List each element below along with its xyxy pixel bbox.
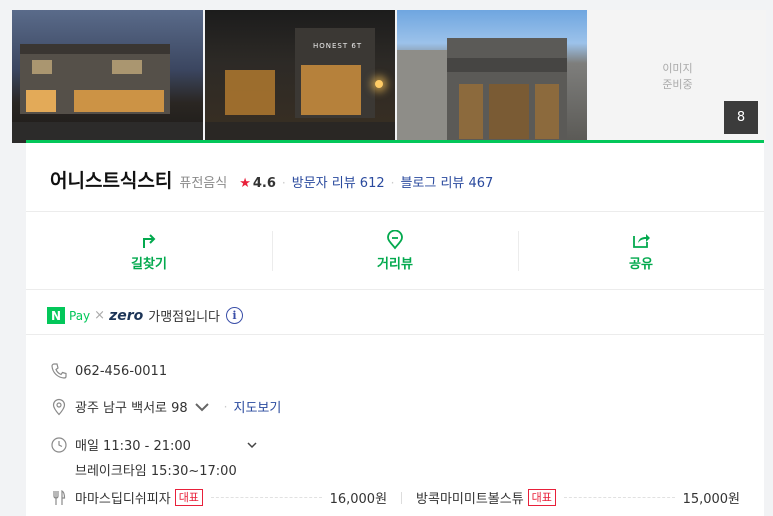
- menu-item-name: 마마스딥디쉬피자: [75, 492, 171, 507]
- placeholder-line-2: 준비중: [662, 77, 693, 91]
- photo-gallery: HONEST 6T 이미지 준비중 8: [12, 10, 766, 143]
- star-icon: ★: [239, 176, 251, 191]
- share-button[interactable]: 공유: [518, 213, 764, 289]
- chevron-down-icon[interactable]: [246, 441, 258, 449]
- place-name: 어니스트식스티: [50, 170, 173, 192]
- clock-icon: [51, 436, 67, 453]
- menu-item-price: 15,000원: [682, 492, 741, 507]
- divider: [26, 211, 764, 212]
- action-bar: 길찾기 거리뷰 공유: [26, 213, 764, 289]
- photo-count-badge[interactable]: 8: [724, 101, 758, 134]
- hours-row: 매일 11:30 - 21:00 브레이크타임 15:30~17:00: [50, 435, 258, 479]
- pay-word: Pay: [69, 308, 91, 323]
- gallery-sign-text: HONEST 6T: [313, 42, 363, 50]
- info-icon[interactable]: i: [226, 307, 243, 324]
- separator-dot: ·: [281, 176, 286, 190]
- zero-pay-logo: zero: [109, 307, 144, 324]
- place-category: 퓨전음식: [179, 176, 228, 191]
- street-view-icon: [387, 230, 403, 250]
- fork-knife-icon: [53, 489, 66, 505]
- visitor-review-link[interactable]: 방문자 리뷰 612: [292, 172, 385, 191]
- divider: [26, 289, 764, 290]
- directions-icon: [143, 234, 156, 248]
- separator-dot: ·: [390, 176, 395, 190]
- separator-dot: ·: [223, 399, 228, 414]
- break-time: 브레이크타임 15:30~17:00: [75, 464, 237, 479]
- address-text: 광주 남구 백서로 98: [75, 401, 188, 416]
- signature-tag: 대표: [174, 489, 203, 506]
- phone-row: 062-456-0011: [50, 362, 167, 380]
- phone-icon: [51, 363, 67, 379]
- dotted-leader: [210, 497, 322, 498]
- menu-row: 마마스딥디쉬피자 대표 16,000원 방콕마미미트볼스튜 대표 15,000원: [50, 488, 740, 507]
- location-pin-icon: [52, 398, 66, 415]
- share-icon: [633, 234, 650, 248]
- street-view-button[interactable]: 거리뷰: [272, 213, 518, 289]
- signature-tag: 대표: [527, 489, 556, 506]
- directions-button[interactable]: 길찾기: [26, 213, 272, 289]
- chevron-down-icon[interactable]: [193, 398, 211, 416]
- times-sign: ×: [94, 308, 106, 323]
- rating-value: 4.6: [252, 176, 276, 191]
- divider: [26, 334, 764, 335]
- blog-review-link[interactable]: 블로그 리뷰 467: [400, 172, 493, 191]
- npay-logo-icon: N: [47, 307, 65, 324]
- divider: [401, 491, 403, 504]
- dotted-leader: [563, 497, 675, 498]
- menu-item-price: 16,000원: [329, 492, 388, 507]
- title-row: 어니스트식스티 퓨전음식 ★ 4.6 · 방문자 리뷰 612 · 블로그 리뷰…: [50, 166, 493, 193]
- street-view-label: 거리뷰: [377, 257, 413, 272]
- business-hours: 매일 11:30 - 21:00: [75, 439, 191, 454]
- place-info-card: 어니스트식스티 퓨전음식 ★ 4.6 · 방문자 리뷰 612 · 블로그 리뷰…: [26, 140, 764, 516]
- gallery-photo-3[interactable]: [397, 10, 587, 143]
- phone-number[interactable]: 062-456-0011: [75, 364, 167, 379]
- directions-label: 길찾기: [131, 257, 167, 272]
- pay-merchant-text: 가맹점입니다: [148, 310, 220, 325]
- gallery-photo-placeholder[interactable]: 이미지 준비중 8: [589, 10, 766, 143]
- menu-item[interactable]: 방콕마미미트볼스튜 대표: [416, 488, 556, 507]
- menu-item-name: 방콕마미미트볼스튜: [416, 492, 524, 507]
- placeholder-line-1: 이미지: [662, 61, 693, 75]
- gallery-photo-1[interactable]: [12, 10, 203, 143]
- gallery-photo-2[interactable]: HONEST 6T: [205, 10, 395, 143]
- menu-item[interactable]: 마마스딥디쉬피자 대표: [75, 488, 203, 507]
- map-view-link[interactable]: 지도보기: [234, 397, 282, 416]
- npay-zero-row: N Pay × zero 가맹점입니다 i: [47, 306, 243, 325]
- share-label: 공유: [629, 257, 653, 272]
- address-row: 광주 남구 백서로 98 · 지도보기: [50, 397, 281, 416]
